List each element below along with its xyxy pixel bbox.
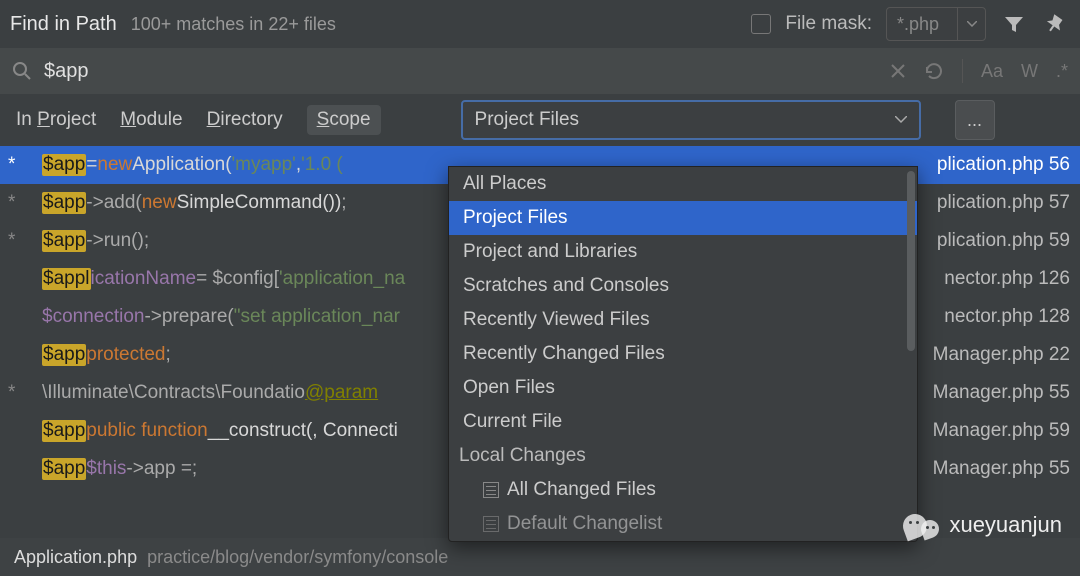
search-bar: Aa W .*: [0, 48, 1080, 94]
footer-file: Application.php: [14, 547, 137, 568]
wechat-icon: [903, 510, 943, 540]
dialog-title: Find in Path: [10, 13, 117, 36]
result-file: plication.php 56: [937, 154, 1070, 176]
tab-directory[interactable]: Directory: [207, 109, 283, 131]
dropdown-item[interactable]: Project Files: [449, 201, 917, 235]
dropdown-item[interactable]: Scratches and Consoles: [449, 269, 917, 303]
scope-dropdown: All PlacesProject FilesProject and Libra…: [448, 166, 918, 542]
regex-toggle[interactable]: .*: [1056, 61, 1068, 82]
tab-module[interactable]: Module: [120, 109, 182, 131]
footer-dir: practice/blog/vendor/symfony/console: [147, 547, 448, 568]
dropdown-item[interactable]: Open Files: [449, 371, 917, 405]
match-count: 100+ matches in 22+ files: [131, 14, 336, 35]
file-mask-checkbox[interactable]: [751, 14, 771, 34]
result-file: plication.php 57: [937, 192, 1070, 214]
result-file: Manager.php 59: [933, 420, 1070, 442]
dropdown-item[interactable]: Recently Changed Files: [449, 337, 917, 371]
chevron-down-icon[interactable]: [957, 8, 985, 40]
chevron-down-icon: [895, 116, 907, 124]
result-file: Manager.php 55: [933, 458, 1070, 480]
scope-select-value: Project Files: [475, 109, 580, 131]
clear-icon[interactable]: [890, 63, 906, 79]
footer-path: Application.php practice/blog/vendor/sym…: [0, 538, 1080, 576]
watermark: xueyuanjun: [903, 510, 1062, 540]
result-file: plication.php 59: [937, 230, 1070, 252]
result-file: nector.php 126: [944, 268, 1070, 290]
result-file: Manager.php 22: [933, 344, 1070, 366]
dropdown-item[interactable]: Current File: [449, 405, 917, 439]
scope-select[interactable]: Project Files: [461, 100, 921, 140]
dropdown-item[interactable]: All Places: [449, 167, 917, 201]
dropdown-scrollbar[interactable]: [907, 171, 915, 351]
dropdown-sub-item[interactable]: All Changed Files: [449, 473, 917, 507]
tab-scope[interactable]: Scope: [307, 105, 381, 135]
changelist-icon: [483, 516, 499, 532]
dropdown-group: Local Changes: [449, 439, 917, 473]
filter-icon[interactable]: [1000, 10, 1028, 38]
history-icon[interactable]: [924, 61, 944, 81]
result-file: Manager.php 55: [933, 382, 1070, 404]
file-mask-select[interactable]: *.php: [886, 7, 986, 41]
file-mask-value: *.php: [887, 14, 957, 35]
dropdown-item[interactable]: Recently Viewed Files: [449, 303, 917, 337]
file-mask-label: File mask:: [785, 13, 872, 35]
tab-in-project[interactable]: In Project: [16, 109, 96, 131]
dropdown-sub-item[interactable]: Default Changelist: [449, 507, 917, 541]
pin-icon[interactable]: [1042, 10, 1070, 38]
changelist-icon: [483, 482, 499, 498]
search-icon: [12, 61, 32, 81]
result-file: nector.php 128: [944, 306, 1070, 328]
more-button[interactable]: ...: [955, 100, 995, 140]
search-input[interactable]: [42, 59, 880, 84]
match-case-toggle[interactable]: Aa: [981, 61, 1003, 82]
dropdown-item[interactable]: Project and Libraries: [449, 235, 917, 269]
words-toggle[interactable]: W: [1021, 61, 1038, 82]
